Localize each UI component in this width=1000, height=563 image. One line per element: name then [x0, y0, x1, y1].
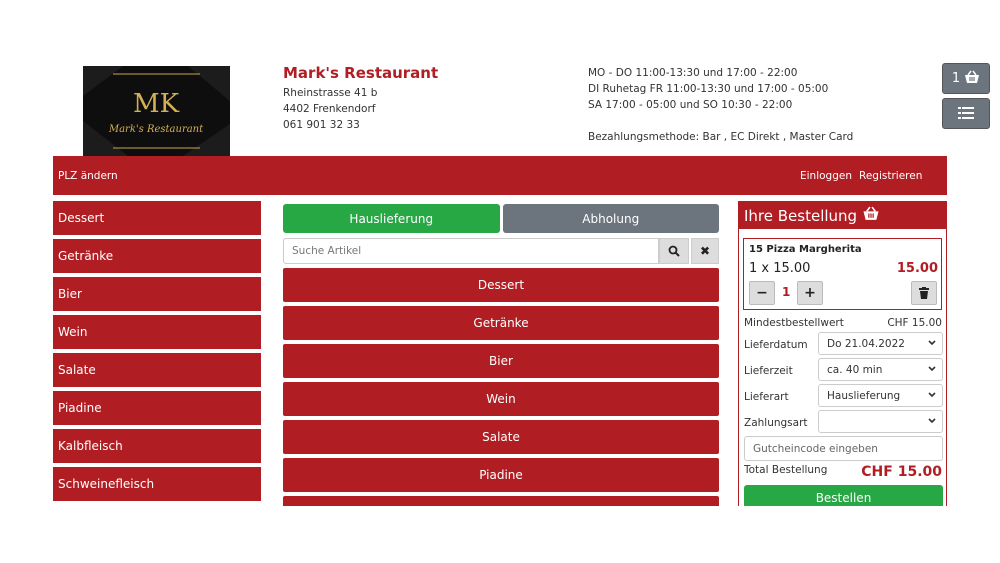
category-bier[interactable]: Bier	[283, 344, 719, 378]
sidebar-item-bier[interactable]: Bier	[53, 277, 261, 311]
login-link[interactable]: Einloggen	[800, 170, 852, 182]
restaurant-phone: 061 901 32 33	[283, 119, 360, 131]
order-title: Ihre Bestellung	[744, 206, 858, 225]
cart-button[interactable]: 1	[942, 63, 990, 94]
item-quantity: 1	[782, 285, 791, 299]
close-icon: ✖	[699, 244, 711, 258]
trash-icon	[919, 284, 929, 303]
order-header: Ihre Bestellung	[739, 202, 946, 229]
delivery-date-label: Lieferdatum	[744, 339, 808, 351]
pickup-button[interactable]: Abholung	[502, 204, 719, 233]
clear-search-button[interactable]: ✖	[691, 238, 719, 264]
menu-button[interactable]	[942, 98, 990, 129]
delivery-type-value: Hauslieferung	[827, 389, 901, 402]
sidebar-item-kalbfleisch[interactable]: Kalbfleisch	[53, 429, 261, 463]
list-icon	[958, 104, 974, 123]
payment-type-label: Zahlungsart	[744, 417, 808, 429]
delivery-time-select[interactable]: ca. 40 min	[818, 358, 943, 381]
basket-icon	[862, 206, 880, 225]
change-plz-link[interactable]: PLZ ändern	[58, 170, 118, 182]
payment-type-select[interactable]	[818, 410, 943, 433]
chevron-down-icon	[927, 337, 937, 352]
cart-count: 1	[951, 71, 961, 86]
category-next[interactable]	[283, 496, 719, 506]
sidebar-item-piadine[interactable]: Piadine	[53, 391, 261, 425]
coupon-input[interactable]	[744, 436, 943, 461]
category-piadine[interactable]: Piadine	[283, 458, 719, 492]
delivery-button[interactable]: Hauslieferung	[283, 204, 500, 233]
sidebar-item-dessert[interactable]: Dessert	[53, 201, 261, 235]
hours-line-1: MO - DO 11:00-13:30 und 17:00 - 22:00	[588, 67, 798, 79]
delivery-type-label: Lieferart	[744, 391, 789, 403]
search-button[interactable]	[659, 238, 689, 264]
place-order-button[interactable]: Bestellen	[744, 485, 943, 506]
delivery-date-value: Do 21.04.2022	[827, 337, 905, 350]
category-sidebar: Dessert Getränke Bier Wein Salate Piadin…	[53, 201, 261, 506]
sidebar-item-schweinefleisch[interactable]: Schweinefleisch	[53, 467, 261, 501]
chevron-down-icon	[927, 415, 937, 430]
hours-line-2: DI Ruhetag FR 11:00-13:30 und 17:00 - 05…	[588, 83, 829, 95]
order-total-label: Total Bestellung	[744, 464, 828, 476]
order-item: 15 Pizza Margherita 1 x 15.00 15.00 − 1 …	[743, 238, 942, 310]
basket-icon	[964, 70, 980, 88]
sidebar-item-salate[interactable]: Salate	[53, 353, 261, 387]
delivery-date-select[interactable]: Do 21.04.2022	[818, 332, 943, 355]
search-bar: ✖	[283, 238, 719, 264]
sidebar-item-wein[interactable]: Wein	[53, 315, 261, 349]
delivery-time-value: ca. 40 min	[827, 363, 883, 376]
restaurant-city: 4402 Frenkendorf	[283, 103, 376, 115]
chevron-down-icon	[927, 363, 937, 378]
order-item-qty-price: 1 x 15.00	[749, 261, 811, 276]
min-order-value: CHF 15.00	[887, 317, 942, 329]
menu-center: Hauslieferung Abholung ✖ Dessert Getränk…	[283, 204, 719, 506]
chevron-down-icon	[927, 389, 937, 404]
restaurant-info: Mark's Restaurant Rheinstrasse 41 b 4402…	[283, 64, 438, 133]
category-dessert[interactable]: Dessert	[283, 268, 719, 302]
hours-line-3: SA 17:00 - 05:00 und SO 10:30 - 22:00	[588, 99, 793, 111]
restaurant-street: Rheinstrasse 41 b	[283, 87, 378, 99]
delivery-type-select[interactable]: Hauslieferung	[818, 384, 943, 407]
order-item-name: 15 Pizza Margherita	[749, 244, 862, 255]
top-bar: PLZ ändern Einloggen Registrieren	[53, 156, 947, 195]
logo-monogram: MK	[133, 89, 180, 119]
decrease-quantity-button[interactable]: −	[749, 281, 775, 305]
order-total-value: CHF 15.00	[861, 464, 942, 480]
sidebar-item-getraenke[interactable]: Getränke	[53, 239, 261, 273]
register-link[interactable]: Registrieren	[859, 170, 922, 182]
order-panel: Ihre Bestellung 15 Pizza Margherita 1 x …	[738, 201, 947, 506]
restaurant-name: Mark's Restaurant	[283, 64, 439, 82]
remove-item-button[interactable]	[911, 281, 937, 305]
logo-text: Mark's Restaurant	[108, 124, 204, 135]
search-icon	[668, 242, 680, 261]
opening-hours: MO - DO 11:00-13:30 und 17:00 - 22:00 DI…	[588, 65, 853, 145]
category-wein[interactable]: Wein	[283, 382, 719, 416]
category-salate[interactable]: Salate	[283, 420, 719, 454]
category-list: Dessert Getränke Bier Wein Salate Piadin…	[283, 268, 719, 506]
restaurant-logo: MK Mark's Restaurant	[83, 66, 230, 156]
category-getraenke[interactable]: Getränke	[283, 306, 719, 340]
delivery-time-label: Lieferzeit	[744, 365, 793, 377]
delivery-toggle: Hauslieferung Abholung	[283, 204, 719, 233]
search-input[interactable]	[283, 238, 659, 264]
order-item-total: 15.00	[896, 261, 938, 276]
increase-quantity-button[interactable]: +	[797, 281, 823, 305]
payment-methods: Bezahlungsmethode: Bar , EC Direkt , Mas…	[588, 131, 854, 143]
min-order-label: Mindestbestellwert	[744, 317, 844, 329]
